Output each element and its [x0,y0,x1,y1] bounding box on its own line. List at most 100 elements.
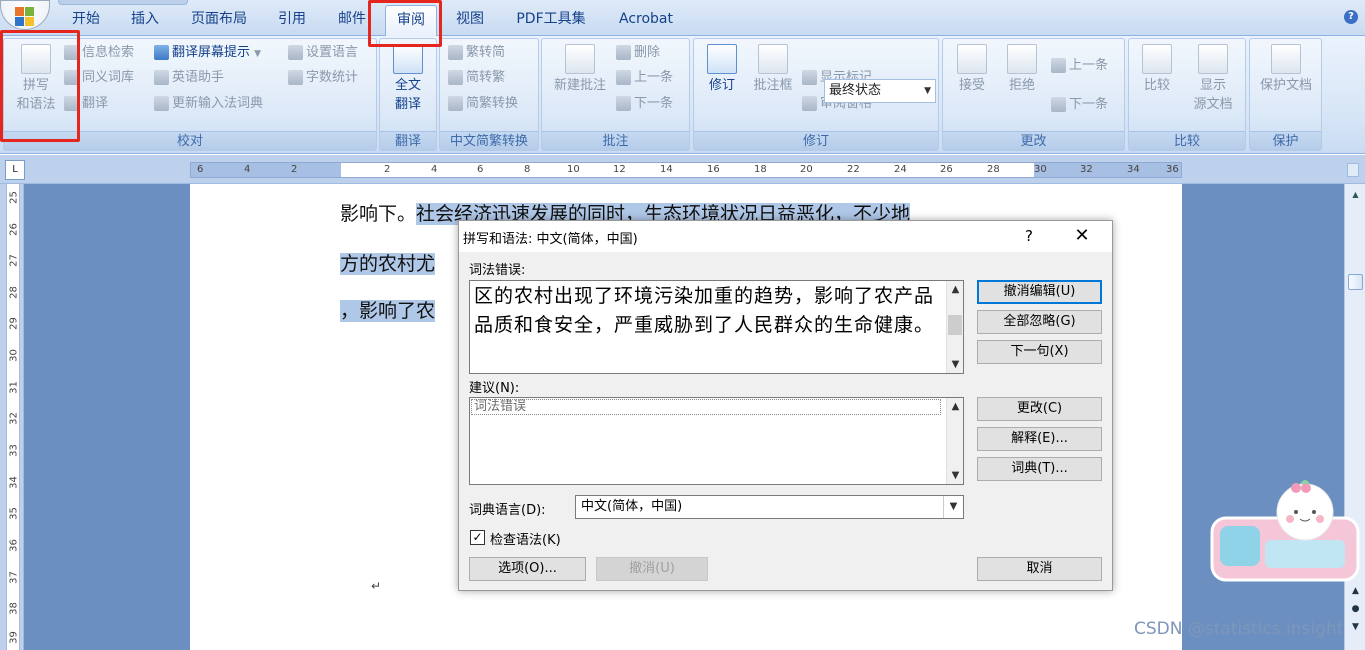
scrollbar-thumb[interactable] [948,315,962,335]
prev-icon [1051,58,1066,73]
tab-references[interactable]: 引用 [270,8,314,32]
browse-object-icon[interactable]: ● [1348,602,1363,616]
tab-home[interactable]: 开始 [64,8,108,32]
protect-document-button[interactable]: 保护文档 [1252,44,1320,95]
horizontal-ruler[interactable]: 6 4 2 2 4 6 8 10 12 14 16 18 20 22 24 26… [190,162,1182,178]
ruler-tick: 28 [987,164,1000,175]
convert-label: 简繁转换 [466,96,519,111]
office-logo-icon [15,7,24,16]
view-ruler-toggle[interactable] [1347,163,1359,177]
scroll-down-icon[interactable]: ▼ [947,356,964,373]
next-change-button[interactable]: 下一条 [1051,94,1108,116]
tab-stop-selector[interactable]: L [5,160,25,180]
check-grammar-label: 检查语法(K) [490,533,561,548]
next-sentence-button[interactable]: 下一句(X) [977,340,1102,364]
scroll-up-icon[interactable]: ▲ [1348,188,1363,202]
prev-comment-button[interactable]: 上一条 [616,67,673,89]
prev-change-button[interactable]: 上一条 [1051,55,1108,77]
suggestion-scrollbar[interactable]: ▲ ▼ [946,398,963,484]
accept-button[interactable]: 接受 [947,44,997,95]
balloons-label: 批注框 [753,78,793,93]
paragraph-mark-icon: ↵ [371,579,382,593]
ruler-tick: 14 [660,164,673,175]
ruler-tick: 36 [1166,164,1179,175]
error-box-scrollbar[interactable]: ▲ ▼ [946,281,963,373]
explain-button[interactable]: 解释(E)... [977,427,1102,451]
show-source-label-1: 显示 [1199,78,1226,93]
track-changes-button[interactable]: 修订 [698,44,746,95]
ignore-all-button[interactable]: 全部忽略(G) [977,310,1102,334]
set-language-button[interactable]: 设置语言 [288,42,358,64]
tab-page-layout[interactable]: 页面布局 [181,8,257,32]
check-grammar-checkbox[interactable]: ✓ [470,530,485,545]
vruler-tick: 32 [8,412,20,425]
update-ime-button[interactable]: 更新输入法词典 [154,93,263,115]
error-text-box[interactable]: 区的农村出现了环境污染加重的趋势，影响了农产品品质和食安全，严重威胁到了人民群众… [469,280,964,374]
new-comment-button[interactable]: 新建批注 [546,44,614,95]
options-button[interactable]: 选项(O)... [469,557,586,581]
tab-insert[interactable]: 插入 [123,8,167,32]
update-ime-icon [154,96,169,111]
prev-page-icon[interactable]: ▲ [1348,584,1363,598]
cancel-button[interactable]: 取消 [977,557,1102,581]
scroll-up-icon[interactable]: ▲ [947,398,964,415]
language-icon [288,45,303,60]
tab-acrobat[interactable]: Acrobat [610,8,682,32]
new-comment-label: 新建批注 [553,78,606,93]
ruler-text-area [341,163,1034,177]
suggestion-item[interactable]: 词法错误 [471,399,941,415]
convert-icon [448,96,463,111]
english-assistant-button[interactable]: 英语助手 [154,67,224,89]
word-count-button[interactable]: 字数统计 [288,67,358,89]
ruler-tick: 4 [431,164,438,175]
to-simplified-button[interactable]: 简转繁 [448,67,505,89]
translate-screentip-button[interactable]: 翻译屏幕提示 ▼ [154,42,261,64]
vruler-tick: 25 [8,191,20,204]
balloons-button[interactable]: 批注框 [746,44,800,95]
scroll-up-icon[interactable]: ▲ [947,281,964,298]
undo-button[interactable]: 撤消(U) [596,557,708,581]
group-chinese-conversion: 繁转简 简转繁 简繁转换 中文简繁转换 [439,38,539,151]
next-comment-button[interactable]: 下一条 [616,93,673,115]
undo-edit-button[interactable]: 撤消编辑(U) [977,280,1102,304]
group-label-compare: 比较 [1129,131,1245,150]
ruler-tick: 2 [291,164,298,175]
group-protect: 保护文档 保护 [1249,38,1322,151]
quick-access-toolbar[interactable] [58,0,188,5]
doc-line-2: 方的农村尤 [340,242,439,286]
scroll-down-icon[interactable]: ▼ [947,467,964,484]
change-button[interactable]: 更改(C) [977,397,1102,421]
dictionary-button[interactable]: 词典(T)... [977,457,1102,481]
delete-comment-button[interactable]: 删除 [616,42,660,64]
markup-state-select[interactable]: 最终状态 ▼ [824,79,936,103]
full-translate-button[interactable]: 全文 翻译 [384,44,432,114]
tab-pdf-tools[interactable]: PDF工具集 [507,8,595,32]
compare-button[interactable]: 比较 [1133,44,1181,95]
close-icon[interactable]: ✕ [1067,224,1097,248]
ruler-tick: 20 [800,164,813,175]
office-button[interactable] [0,0,50,30]
next-page-icon[interactable]: ▼ [1348,620,1363,634]
vruler-tick: 37 [8,571,20,584]
ruler-tick: 4 [244,164,251,175]
ruler-tick: 12 [613,164,626,175]
set-language-label: 设置语言 [306,45,359,60]
track-changes-label: 修订 [708,78,735,93]
dictionary-language-select[interactable]: 中文(简体，中国) ▼ [575,495,964,519]
dictionary-language-label: 词典语言(D): [469,503,546,518]
suggestion-list[interactable]: 词法错误 ▲ ▼ [469,397,964,485]
reject-button[interactable]: 拒绝 [997,44,1047,95]
help-icon[interactable]: ? [1344,10,1358,24]
help-icon[interactable]: ? [1017,224,1041,248]
ruler-tick: 34 [1127,164,1140,175]
scrollbar-thumb[interactable] [1348,274,1363,290]
show-source-button[interactable]: 显示 源文档 [1183,44,1243,114]
delete-icon [616,45,631,60]
tab-view[interactable]: 视图 [448,8,492,32]
full-translate-label-2: 翻译 [394,97,421,112]
convert-button[interactable]: 简繁转换 [448,93,518,115]
vruler-tick: 39 [8,631,20,644]
to-traditional-button[interactable]: 繁转简 [448,42,505,64]
spelling-grammar-dialog: 拼写和语法: 中文(简体，中国) ? ✕ 词法错误: 区的农村出现了环境污染加重… [458,220,1113,591]
vertical-ruler[interactable]: 25 26 27 28 29 30 31 32 33 34 35 36 37 3… [0,184,24,650]
